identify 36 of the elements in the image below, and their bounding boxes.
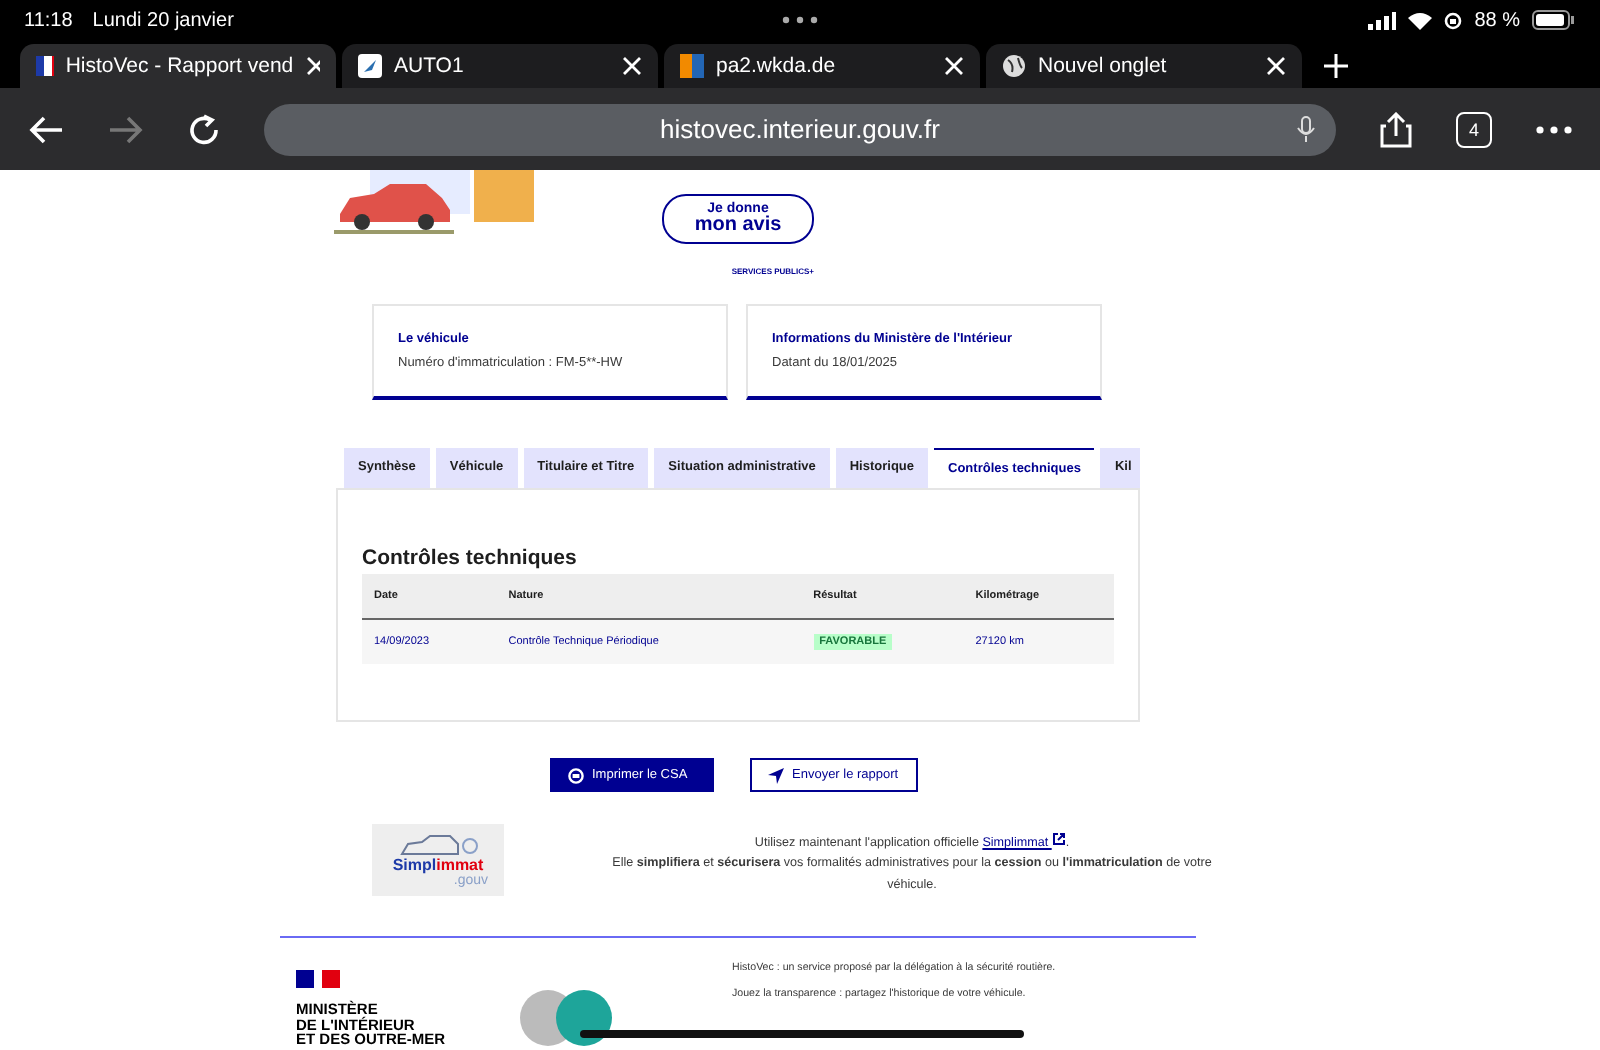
site-logo-icon: [680, 54, 704, 78]
car-icon: [398, 833, 478, 857]
share-icon[interactable]: [1380, 111, 1412, 147]
print-icon: [568, 767, 584, 783]
close-icon[interactable]: [305, 56, 320, 76]
close-icon[interactable]: [944, 56, 964, 76]
site-logo-icon: [358, 54, 382, 78]
browser-tab[interactable]: pa2.wkda.de: [664, 44, 980, 88]
forward-icon[interactable]: [108, 115, 144, 143]
external-link-icon: [1051, 832, 1066, 846]
browser-tab[interactable]: HistoVec - Rapport vend: [20, 44, 336, 88]
browser-tab[interactable]: AUTO1: [342, 44, 658, 88]
more-dots-icon: [782, 16, 818, 24]
mascot-drawing: [520, 990, 616, 1047]
close-icon[interactable]: [622, 56, 642, 76]
reload-icon[interactable]: [188, 113, 220, 145]
battery-percent: 88 %: [1474, 9, 1520, 31]
new-tab-icon[interactable]: [1324, 54, 1348, 78]
microphone-icon[interactable]: [1296, 115, 1316, 143]
wifi-icon: [1408, 11, 1433, 29]
close-icon[interactable]: [1266, 56, 1286, 76]
browser-tab[interactable]: Nouvel onglet: [986, 44, 1302, 88]
battery-icon: [1532, 10, 1576, 30]
french-flag-icon: [36, 56, 54, 76]
signal-icon: [1368, 11, 1397, 29]
tab-count-button[interactable]: 4: [1456, 111, 1492, 147]
back-icon[interactable]: [28, 115, 64, 143]
address-bar[interactable]: histovec.interieur.gouv.fr: [264, 103, 1336, 155]
status-date: Lundi 20 janvier: [92, 9, 234, 31]
more-icon[interactable]: [1536, 125, 1572, 133]
send-icon: [768, 767, 784, 783]
globe-icon: [1002, 54, 1026, 78]
lock-rotation-icon: [1444, 11, 1463, 29]
section-title: Contrôles techniques: [362, 546, 579, 570]
status-time: 11:18: [24, 9, 73, 31]
marianne-logo-icon: [296, 970, 340, 989]
